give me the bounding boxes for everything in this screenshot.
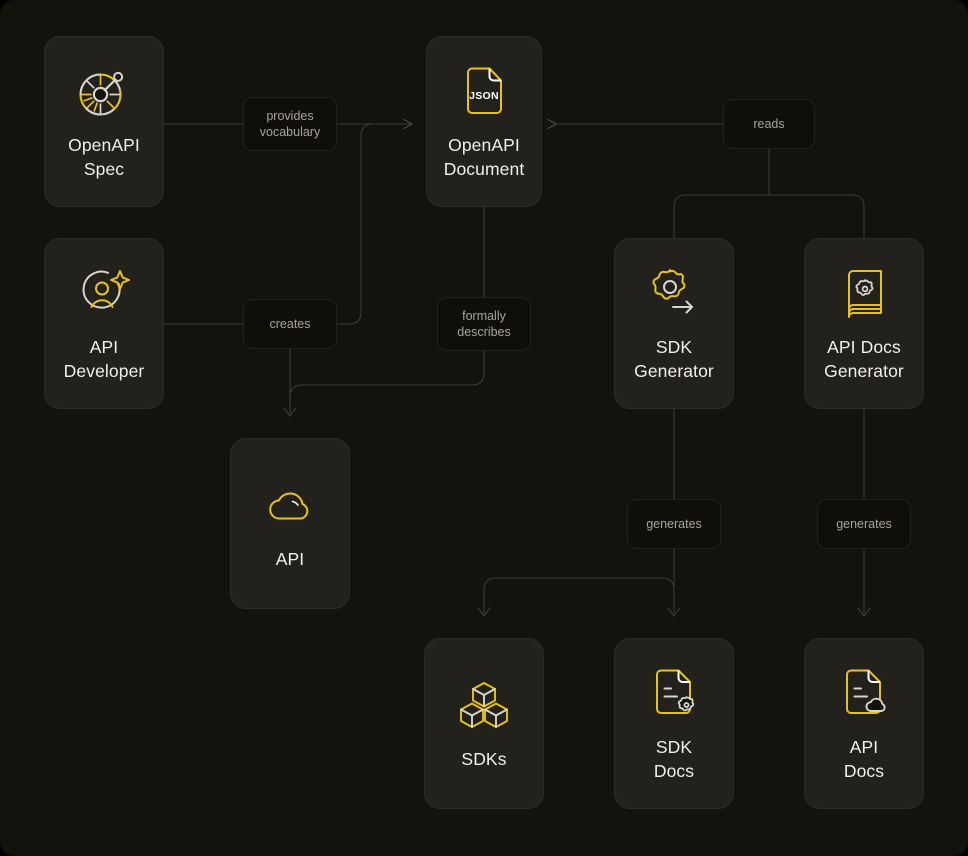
node-api-docs-generator[interactable]: API Docs Generator	[804, 238, 924, 409]
edge-formally-to-api	[289, 350, 485, 413]
node-label: API	[275, 548, 305, 569]
node-label: OpenAPI Document	[443, 134, 525, 179]
node-sdk-docs[interactable]: SDK Docs	[614, 638, 734, 809]
edge-label-text: generates	[836, 517, 892, 531]
edge-label-text: formally describes	[457, 309, 511, 339]
node-label: SDK Generator	[634, 336, 714, 381]
node-sdks[interactable]: SDKs	[424, 638, 544, 809]
node-label: OpenAPI Spec	[68, 134, 140, 179]
node-label: API Developer	[63, 336, 145, 381]
node-label: SDKs	[461, 748, 507, 769]
node-api[interactable]: API	[230, 438, 350, 609]
node-openapi-spec[interactable]: OpenAPI Spec	[44, 36, 164, 207]
edge-label-provides-vocabulary[interactable]: provides vocabulary	[243, 97, 337, 151]
edge-label-text: provides vocabulary	[259, 109, 321, 139]
edge-label-text: reads	[753, 117, 785, 131]
node-api-developer[interactable]: API Developer	[44, 238, 164, 409]
edge-reads-branch-right	[768, 194, 865, 239]
edge-label-generates-sdk[interactable]: generates	[627, 499, 721, 549]
json-file-icon: JSON	[467, 67, 502, 114]
cubes-icon	[460, 681, 508, 728]
node-sdk-generator[interactable]: SDK Generator	[614, 238, 734, 409]
openapi-logo-icon	[79, 71, 124, 116]
node-label: API Docs Generator	[824, 336, 904, 381]
user-sparkle-icon	[82, 269, 130, 309]
edge-creates-to-document	[336, 123, 401, 325]
diagram-canvas: OpenAPI Spec API Developer JSON OpenAPI …	[0, 0, 968, 856]
edge-label-creates[interactable]: creates	[243, 299, 337, 349]
node-openapi-document[interactable]: JSON OpenAPI Document	[426, 36, 542, 207]
edge-apidocs-arrowhead	[857, 607, 871, 617]
file-gear-icon	[656, 669, 695, 714]
file-cloud-icon	[846, 669, 886, 714]
node-api-docs[interactable]: API Docs	[804, 638, 924, 809]
book-gear-icon	[848, 269, 882, 318]
edge-label-text: generates	[646, 517, 702, 531]
edge-sdkdocs-arrowhead	[667, 607, 681, 617]
node-label: SDK Docs	[653, 736, 695, 781]
edge-label-formally-describes[interactable]: formally describes	[437, 297, 531, 351]
gear-arrow-icon	[652, 268, 693, 313]
edge-reads-branch-left	[673, 194, 770, 239]
edge-label-reads[interactable]: reads	[723, 99, 815, 149]
cloud-icon	[269, 491, 309, 520]
edge-label-generates-docs[interactable]: generates	[817, 499, 911, 549]
edge-api-arrowhead	[283, 407, 297, 417]
edge-label-text: creates	[269, 317, 311, 331]
svg-text:JSON: JSON	[469, 90, 499, 102]
edge-sdks-arrowhead	[477, 607, 491, 617]
node-label: API Docs	[843, 736, 885, 781]
edge-generates-to-sdks	[483, 577, 675, 615]
